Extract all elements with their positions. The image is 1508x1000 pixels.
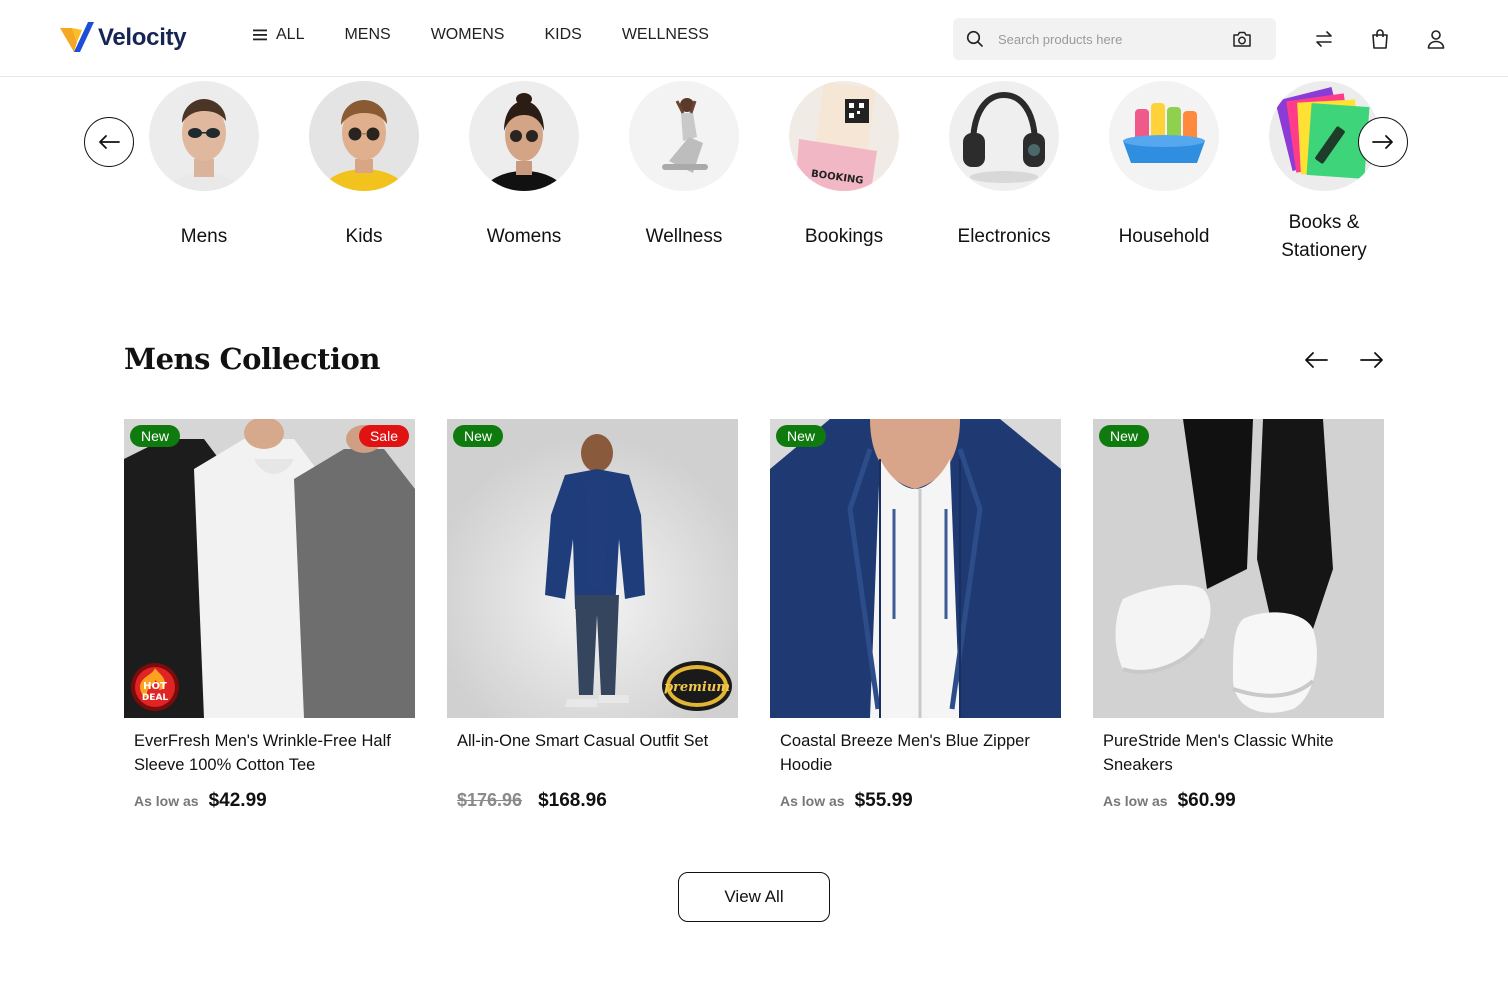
nav-wellness[interactable]: WELLNESS (622, 26, 709, 44)
category-next-button[interactable] (1358, 117, 1408, 167)
product-image[interactable]: New (1093, 419, 1384, 718)
category-electronics-label: Electronics (957, 226, 1051, 247)
product-image[interactable]: New (770, 419, 1061, 718)
nav-kids[interactable]: KIDS (544, 26, 581, 44)
premium-badge-icon: premium (662, 661, 732, 711)
nav-womens[interactable]: WOMENS (431, 26, 505, 44)
category-electronics-image (949, 81, 1059, 191)
svg-text:HOT: HOT (143, 681, 167, 692)
category-bookings-label: Bookings (804, 226, 884, 247)
price-row: As low as $60.99 (1093, 790, 1384, 812)
product-name[interactable]: PureStride Men's Classic White Sneakers (1093, 729, 1384, 777)
product-price: $42.99 (208, 790, 267, 811)
product-list: New Sale HOT DEAL EverFresh Men's Wrinkl… (124, 419, 1384, 812)
product-image[interactable]: New Sale HOT DEAL (124, 419, 415, 718)
camera-search-icon[interactable] (1232, 30, 1252, 48)
category-household[interactable]: Household (1084, 81, 1244, 265)
category-carousel: Mens Kids Womens Wellness BOOKING Bookin… (124, 81, 1404, 265)
brand-logo[interactable]: Velocity (60, 22, 187, 54)
category-kids[interactable]: Kids (284, 81, 444, 265)
arrow-right-icon (1372, 135, 1393, 149)
velocity-logo-icon (60, 22, 94, 52)
hot-deal-icon: HOT DEAL (131, 663, 179, 711)
as-low-as-label: As low as (1103, 793, 1168, 809)
sale-badge: Sale (358, 425, 409, 447)
price-row: As low as $55.99 (770, 790, 1061, 812)
collection-prev-arrow-icon[interactable] (1303, 350, 1329, 370)
new-badge: New (453, 425, 504, 447)
product-price: $60.99 (1177, 790, 1236, 811)
nav-mens[interactable]: MENS (344, 26, 390, 44)
svg-text:DEAL: DEAL (142, 693, 169, 703)
new-badge: New (130, 425, 181, 447)
collection-next-arrow-icon[interactable] (1359, 350, 1385, 370)
category-womens-image (469, 81, 579, 191)
premium-badge-text: premium (664, 680, 730, 695)
product-card[interactable]: New premium All-in-One Smart Casual Outf… (447, 419, 738, 812)
nav-all[interactable]: ALL (252, 26, 304, 44)
shopping-bag-icon[interactable] (1369, 28, 1391, 50)
menu-icon (253, 29, 267, 41)
new-badge: New (776, 425, 827, 447)
category-household-image (1109, 81, 1219, 191)
product-card[interactable]: New Sale HOT DEAL EverFresh Men's Wrinkl… (124, 419, 415, 812)
as-low-as-label: As low as (780, 793, 845, 809)
product-price: $168.96 (538, 790, 607, 811)
category-wellness-label: Wellness (645, 226, 723, 247)
category-books-stationery-label: Books & Stationery (1281, 212, 1367, 261)
section-title: Mens Collection (124, 342, 380, 376)
brand-name: Velocity (98, 24, 187, 51)
user-icon[interactable] (1425, 28, 1447, 50)
price-row: As low as $42.99 (124, 790, 415, 812)
search-bar (953, 18, 1276, 60)
product-name[interactable]: EverFresh Men's Wrinkle-Free Half Sleeve… (124, 729, 415, 777)
search-icon[interactable] (966, 30, 984, 48)
category-mens-label: Mens (180, 226, 228, 247)
arrow-left-icon (99, 135, 120, 149)
compare-icon[interactable] (1313, 28, 1335, 50)
category-bookings[interactable]: BOOKING Bookings (764, 81, 924, 265)
category-mens-image (149, 81, 259, 191)
category-books-stationery[interactable]: Books & Stationery (1244, 81, 1404, 265)
new-badge: New (1099, 425, 1150, 447)
main-nav: ALL MENS WOMENS KIDS WELLNESS (252, 26, 749, 44)
category-kids-image (309, 81, 419, 191)
product-image[interactable]: New premium (447, 419, 738, 718)
view-all-button[interactable]: View All (678, 872, 830, 922)
category-household-label: Household (1118, 226, 1210, 247)
product-card[interactable]: New Coastal Breeze Men's Blue Zipper Hoo… (770, 419, 1061, 812)
category-bookings-image: BOOKING (789, 81, 899, 191)
category-womens[interactable]: Womens (444, 81, 604, 265)
nav-all-label: ALL (276, 26, 305, 43)
category-electronics[interactable]: Electronics (924, 81, 1084, 265)
product-price: $55.99 (854, 790, 913, 811)
price-row: $176.96 $168.96 (447, 790, 738, 812)
product-card[interactable]: New PureStride Men's Classic White Sneak… (1093, 419, 1384, 812)
as-low-as-label: As low as (134, 793, 199, 809)
category-womens-label: Womens (486, 226, 562, 247)
category-wellness-image (629, 81, 739, 191)
category-wellness[interactable]: Wellness (604, 81, 764, 265)
category-mens[interactable]: Mens (124, 81, 284, 265)
search-input[interactable] (998, 31, 1218, 47)
product-name[interactable]: All-in-One Smart Casual Outfit Set (447, 729, 738, 777)
product-name[interactable]: Coastal Breeze Men's Blue Zipper Hoodie (770, 729, 1061, 777)
site-header: Velocity ALL MENS WOMENS KIDS WELLNESS (0, 0, 1508, 77)
original-price: $176.96 (457, 790, 523, 810)
category-kids-label: Kids (345, 226, 383, 247)
